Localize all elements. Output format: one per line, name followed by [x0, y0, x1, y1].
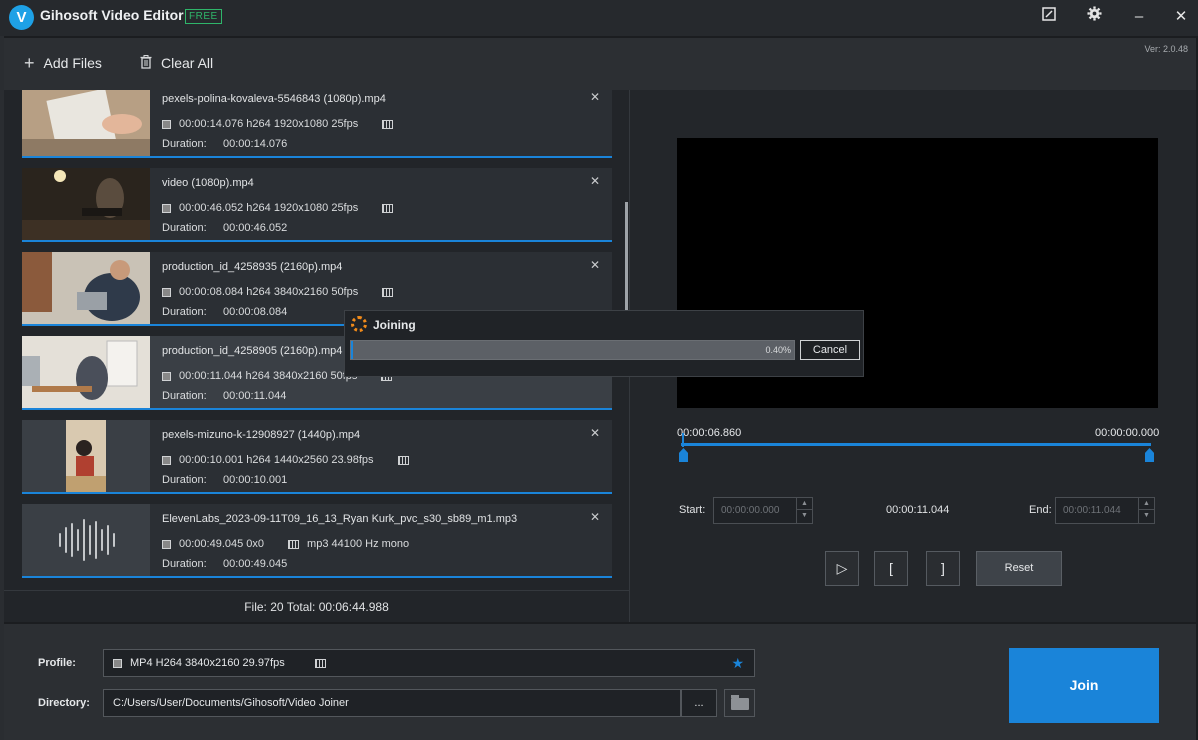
duration-value: 00:00:49.045 [223, 558, 288, 570]
file-count-status: File: 20 Total: 00:06:44.988 [4, 590, 629, 622]
toolbar: + Add Files Clear All Ver: 2.0.48 [4, 38, 1196, 90]
mark-out-button[interactable]: ] [926, 551, 960, 586]
audio-waveform-icon [22, 504, 150, 576]
audio-stream-icon [288, 539, 300, 549]
duration-label: Duration: [162, 138, 207, 150]
clear-all-label: Clear All [161, 55, 214, 71]
video-thumbnail [22, 420, 150, 492]
close-button[interactable]: ✕ [1169, 6, 1193, 28]
duration-label: Duration: [162, 558, 207, 570]
duration-value: 00:00:11.044 [223, 390, 287, 402]
segment-duration: 00:00:11.044 [886, 504, 950, 516]
add-files-button[interactable]: + Add Files [24, 52, 102, 74]
video-info: 00:00:14.076 h264 1920x1080 25fps [162, 118, 401, 130]
file-card[interactable]: pexels-mizuno-k-12908927 (1440p).mp4 00:… [22, 420, 612, 494]
profile-select[interactable]: MP4 H264 3840x2160 29.97fps ★ [103, 649, 755, 677]
film-icon [382, 287, 394, 297]
video-thumbnail [22, 90, 150, 156]
duration-value: 00:00:10.001 [223, 474, 288, 486]
video-thumbnail [22, 336, 150, 408]
duration-label: Duration: [162, 222, 207, 234]
folder-icon [731, 695, 749, 710]
mark-in-button[interactable]: [ [874, 551, 908, 586]
file-name: ElevenLabs_2023-09-11T09_16_13_Ryan Kurk… [162, 513, 518, 525]
joining-dialog: Joining 0.40% Cancel [344, 310, 864, 377]
video-stream-icon [162, 539, 171, 549]
film-icon [382, 119, 394, 129]
video-stream-icon [162, 371, 171, 381]
duration-value: 00:00:08.084 [223, 306, 288, 318]
file-name: production_id_4258935 (2160p).mp4 [162, 261, 343, 273]
film-icon [314, 658, 326, 668]
timeline-slider[interactable] [681, 443, 1151, 446]
duration-label: Duration: [162, 474, 207, 486]
video-stream-icon [162, 287, 171, 297]
video-thumbnail [22, 168, 150, 240]
scrollbar[interactable] [625, 202, 628, 312]
remove-file-button[interactable]: ✕ [590, 174, 600, 188]
start-label: Start: [679, 504, 706, 516]
film-icon [397, 455, 409, 465]
file-name: video (1080p).mp4 [162, 177, 254, 189]
duration-value: 00:00:14.076 [223, 138, 288, 150]
directory-input[interactable]: C:/Users/User/Documents/Gihosoft/Video J… [103, 689, 681, 717]
remove-file-button[interactable]: ✕ [590, 258, 600, 272]
edit-icon[interactable] [1037, 6, 1061, 28]
progress-fill [351, 341, 353, 359]
video-info: 00:00:08.084 h264 3840x2160 50fps [162, 286, 401, 298]
app-title: Gihosoft Video Editor [40, 7, 184, 23]
gear-icon[interactable] [1082, 6, 1106, 28]
remove-file-button[interactable]: ✕ [590, 510, 600, 524]
duration-label: Duration: [162, 306, 207, 318]
play-button[interactable]: ▷ [825, 551, 859, 586]
total-time: 00:00:00.000 [1095, 427, 1160, 439]
file-card[interactable]: pexels-polina-kovaleva-5546843 (1080p).m… [22, 90, 612, 158]
minimize-button[interactable]: – [1127, 6, 1151, 28]
remove-file-button[interactable]: ✕ [590, 90, 600, 104]
join-progress-bar: 0.40% [350, 340, 795, 360]
duration-value: 00:00:46.052 [223, 222, 288, 234]
plus-icon: + [24, 53, 35, 73]
end-label: End: [1029, 504, 1052, 516]
spinner-icon [351, 316, 367, 332]
file-name: production_id_4258905 (2160p).mp4 [162, 345, 343, 357]
video-info: 00:00:10.001 h264 1440x2560 23.98fps [162, 454, 417, 466]
reset-button[interactable]: Reset [976, 551, 1062, 586]
start-time-stepper[interactable]: ▲ ▼ [796, 498, 812, 523]
current-time: 00:00:06.860 [677, 427, 742, 439]
file-card[interactable]: ElevenLabs_2023-09-11T09_16_13_Ryan Kurk… [22, 504, 612, 578]
browse-button[interactable]: ... [681, 689, 717, 717]
dialog-title: Joining [373, 318, 416, 332]
file-name: pexels-mizuno-k-12908927 (1440p).mp4 [162, 429, 361, 441]
video-stream-icon [162, 455, 171, 465]
progress-percent: 0.40% [765, 345, 791, 355]
version-label: Ver: 2.0.48 [1144, 44, 1188, 54]
end-time-field[interactable]: 00:00:11.044 ▲ ▼ [1055, 497, 1155, 524]
video-stream-icon [162, 119, 171, 129]
cancel-button[interactable]: Cancel [800, 340, 860, 360]
star-icon[interactable]: ★ [731, 655, 744, 672]
free-badge: FREE [185, 9, 222, 24]
video-info: 00:00:46.052 h264 1920x1080 25fps [162, 202, 401, 214]
media-info: 00:00:49.045 0x0 mp3 44100 Hz mono [162, 538, 409, 550]
duration-label: Duration: [162, 390, 207, 402]
directory-label: Directory: [38, 697, 90, 709]
remove-file-button[interactable]: ✕ [590, 426, 600, 440]
video-thumbnail [22, 252, 150, 324]
app-logo-icon: V [9, 5, 34, 30]
profile-label: Profile: [38, 657, 76, 669]
trash-icon [140, 54, 152, 72]
video-stream-icon [162, 203, 171, 213]
title-bar: V Gihosoft Video Editor FREE – ✕ [0, 0, 1198, 36]
film-icon [382, 203, 394, 213]
clear-all-button[interactable]: Clear All [140, 52, 213, 74]
file-name: pexels-polina-kovaleva-5546843 (1080p).m… [162, 93, 386, 105]
start-time-field[interactable]: 00:00:00.000 ▲ ▼ [713, 497, 813, 524]
end-time-stepper[interactable]: ▲ ▼ [1138, 498, 1154, 523]
video-stream-icon [113, 658, 122, 668]
open-folder-button[interactable] [724, 689, 755, 717]
join-button[interactable]: Join [1009, 648, 1159, 723]
add-files-label: Add Files [43, 55, 102, 71]
file-card[interactable]: video (1080p).mp4 00:00:46.052 h264 1920… [22, 168, 612, 242]
